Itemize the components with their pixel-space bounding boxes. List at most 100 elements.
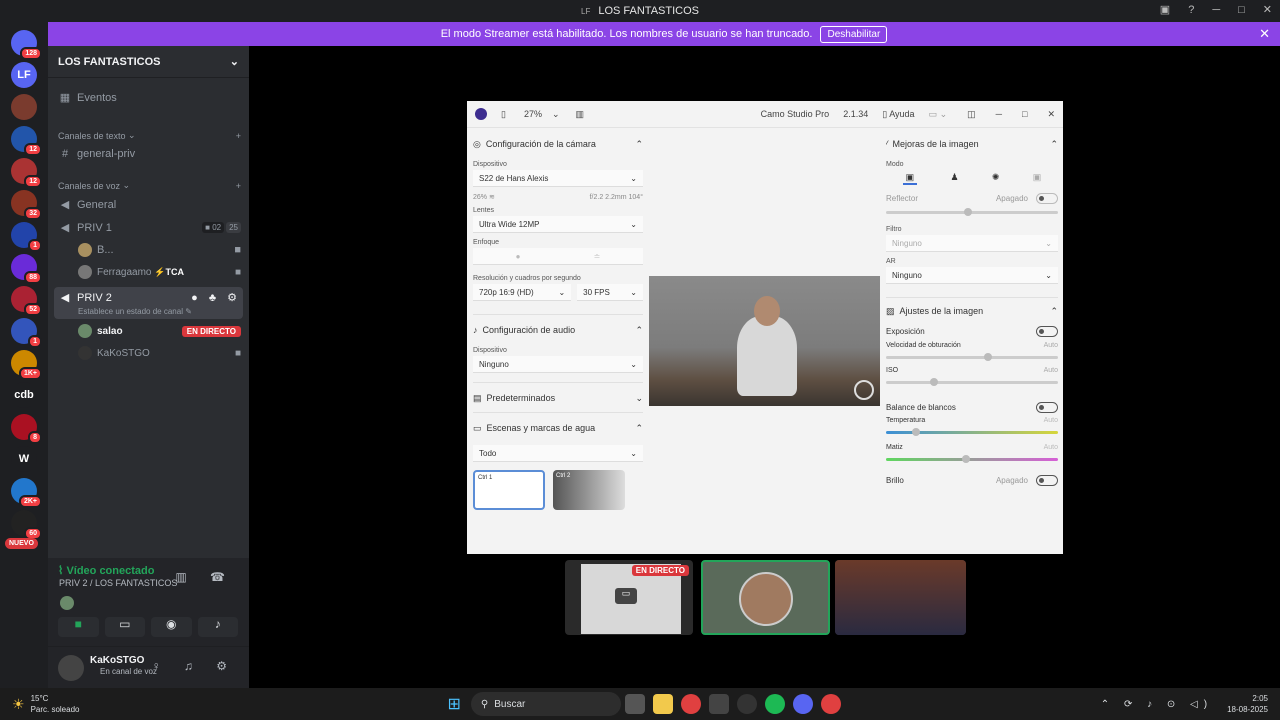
- maximize-button[interactable]: □: [1238, 4, 1245, 16]
- server-icon[interactable]: W: [11, 446, 37, 472]
- obs-icon[interactable]: [736, 694, 757, 714]
- lens-select[interactable]: Ultra Wide 12MP ⌄: [473, 216, 643, 233]
- user-controls[interactable]: ♀ ♫ ⚙: [152, 659, 237, 673]
- voice-user[interactable]: B... ■: [78, 243, 241, 257]
- channel-actions[interactable]: ● ♣ ⚙: [191, 291, 241, 304]
- scenes-section-header[interactable]: ▭ Escenas y marcas de agua ⌃: [473, 417, 643, 439]
- camera-preview: [649, 276, 880, 406]
- server-icon[interactable]: 52: [11, 286, 42, 316]
- video-thumb[interactable]: [835, 560, 966, 635]
- reflector-toggle[interactable]: [1036, 193, 1058, 204]
- inbox-icon[interactable]: ▣: [1160, 3, 1170, 16]
- add-channel-icon[interactable]: +: [236, 181, 241, 191]
- close-button[interactable]: ✕: [1047, 109, 1055, 120]
- add-channel-icon[interactable]: +: [236, 131, 241, 141]
- app-icon[interactable]: [708, 694, 729, 714]
- spotify-icon[interactable]: [764, 694, 785, 714]
- brightness-toggle[interactable]: [1036, 475, 1058, 486]
- video-thumb-selected[interactable]: [701, 560, 830, 635]
- server-icon[interactable]: 1: [11, 318, 42, 348]
- maximize-button[interactable]: □: [1022, 109, 1027, 119]
- server-icon[interactable]: 88: [11, 254, 42, 284]
- soundboard-button[interactable]: ♪: [197, 617, 238, 637]
- scene-tile[interactable]: Ctrl 1: [473, 470, 545, 510]
- exposure-toggle[interactable]: [1036, 326, 1058, 337]
- fps-select[interactable]: 30 FPS ⌄: [577, 284, 643, 301]
- record-icon[interactable]: ▭ ⌄: [929, 109, 948, 120]
- mode-selector[interactable]: ▣ ♟ ✺ ▣: [886, 172, 1058, 185]
- channel-general-priv[interactable]: # general-priv: [58, 148, 241, 160]
- search-box[interactable]: ⚲ Buscar: [470, 692, 621, 716]
- server-header[interactable]: LOS FANTASTICOS ⌄: [48, 46, 249, 78]
- iso-slider[interactable]: [886, 378, 1058, 386]
- sidebar-icon[interactable]: ▯: [501, 109, 506, 120]
- server-icon[interactable]: 128: [11, 30, 42, 60]
- chrome-icon[interactable]: [680, 694, 701, 714]
- scenes-filter-select[interactable]: Todo ⌄: [473, 445, 643, 462]
- channel-status[interactable]: Establece un estado de canal ✎: [78, 307, 241, 316]
- voice-general[interactable]: ◀ General: [58, 198, 241, 212]
- voice-priv1[interactable]: ◀ PRIV 1 ■ 02 25: [58, 221, 241, 234]
- shutter-slider[interactable]: [886, 353, 1058, 361]
- white-balance-toggle[interactable]: [1036, 402, 1058, 413]
- server-icon[interactable]: 8: [11, 414, 42, 444]
- tint-slider[interactable]: [886, 455, 1058, 463]
- voice-category[interactable]: Canales de voz ⌄ +: [58, 180, 241, 191]
- focus-control[interactable]: ● ≐: [473, 248, 643, 265]
- discord-icon[interactable]: [792, 694, 813, 714]
- events-item[interactable]: ▦ Eventos: [58, 91, 241, 105]
- server-icon[interactable]: 1: [11, 222, 42, 252]
- voice-controls[interactable]: ▥ ☎: [175, 570, 235, 584]
- disable-button[interactable]: Deshabilitar: [820, 25, 888, 43]
- temperature-slider[interactable]: [886, 428, 1058, 436]
- camera-section-header[interactable]: ◎ Configuración de la cámara ⌃: [473, 133, 643, 155]
- presets-section-header[interactable]: ▤ Predeterminados ⌄: [473, 387, 643, 409]
- minimize-button[interactable]: ─: [1212, 4, 1220, 16]
- audio-device-select[interactable]: Ninguno ⌄: [473, 356, 643, 373]
- chrome-icon[interactable]: [820, 694, 841, 714]
- server-icon[interactable]: 32: [11, 190, 42, 220]
- ar-select[interactable]: Ninguno ⌄: [886, 267, 1058, 284]
- panel-icon[interactable]: ◫: [967, 109, 976, 120]
- layout-icon[interactable]: ▥: [576, 109, 585, 120]
- voice-user[interactable]: salao EN DIRECTO: [78, 324, 241, 338]
- filter-select[interactable]: Ninguno ⌄: [886, 235, 1058, 252]
- mode-light-icon: ✺: [991, 172, 1000, 182]
- enhancements-section-header[interactable]: ⁄ Mejoras de la imagen ⌃: [886, 133, 1058, 155]
- server-icon[interactable]: 60: [11, 510, 42, 540]
- screen-share-button[interactable]: ▭: [104, 617, 145, 637]
- close-button[interactable]: ✕: [1263, 3, 1272, 16]
- help-link[interactable]: ▯ Ayuda: [882, 109, 914, 120]
- server-icon[interactable]: [11, 94, 37, 120]
- device-select[interactable]: S22 de Hans Alexis ⌄: [473, 170, 643, 187]
- adjustments-section-header[interactable]: ▨ Ajustes de la imagen ⌃: [886, 300, 1058, 322]
- server-icon[interactable]: 2K+: [11, 478, 42, 508]
- audio-section-header[interactable]: ♪ Configuración de audio ⌃: [473, 319, 643, 341]
- voice-channel[interactable]: PRIV 2 / LOS FANTASTICOS: [59, 578, 177, 588]
- stream-thumb[interactable]: ▭ EN DIRECTO: [565, 560, 693, 635]
- activity-button[interactable]: ◉: [151, 617, 192, 637]
- file-explorer-icon[interactable]: [652, 694, 673, 714]
- server-icon[interactable]: 12: [11, 158, 42, 188]
- voice-priv2[interactable]: ◀ PRIV 2 ● ♣ ⚙: [58, 291, 241, 305]
- close-icon[interactable]: ✕: [1259, 26, 1270, 42]
- server-icon[interactable]: cdb: [11, 382, 37, 408]
- text-category[interactable]: Canales de texto ⌄ +: [58, 130, 241, 141]
- reflector-slider[interactable]: [886, 208, 1058, 216]
- avatar[interactable]: [58, 655, 84, 681]
- server-icon[interactable]: LF: [11, 62, 37, 88]
- voice-user[interactable]: KaKoSTGO ■: [78, 346, 241, 360]
- windows-start-icon[interactable]: ⊞: [447, 694, 460, 714]
- zoom-select[interactable]: 27%: [524, 109, 542, 119]
- scene-tile[interactable]: Ctrl 2: [553, 470, 625, 510]
- resolution-select[interactable]: 720p 16:9 (HD) ⌄: [473, 284, 572, 301]
- tray-icons[interactable]: ⌃ ⟳ ♪ ⊙ ◁): [1101, 699, 1213, 710]
- server-icon[interactable]: 12: [11, 126, 42, 156]
- server-icon[interactable]: 1K+: [11, 350, 42, 380]
- chevron-down-icon: ⌄: [229, 56, 239, 68]
- voice-user[interactable]: Ferragaamo ⚡TCA ■: [78, 265, 241, 279]
- help-icon[interactable]: ?: [1188, 4, 1194, 16]
- minimize-button[interactable]: ─: [996, 109, 1002, 119]
- camera-button[interactable]: ■: [58, 617, 99, 637]
- task-view-icon[interactable]: [624, 694, 645, 714]
